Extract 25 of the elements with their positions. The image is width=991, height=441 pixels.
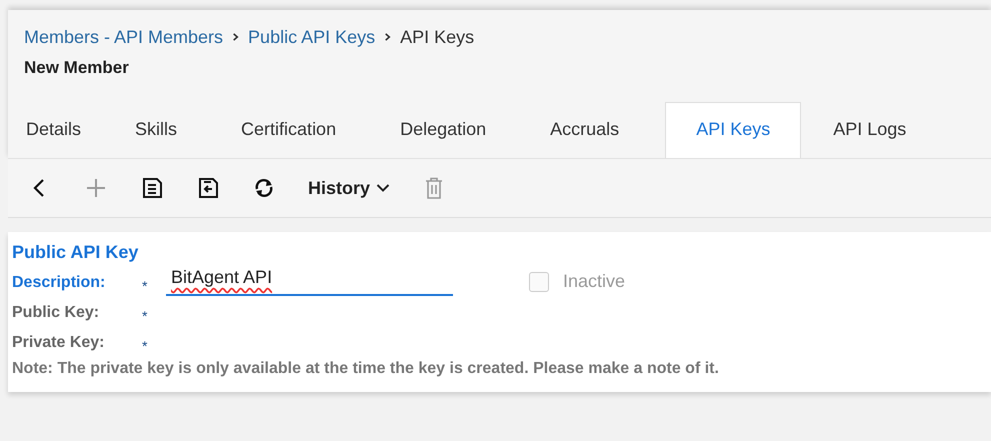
section-title: Public API Key [12, 242, 140, 263]
plus-icon [84, 176, 108, 200]
tab[interactable]: Details [8, 102, 100, 158]
required-mark: * [142, 278, 148, 296]
chevron-down-icon [376, 183, 390, 193]
tab[interactable]: Certification [223, 102, 354, 158]
tab[interactable]: Delegation [382, 102, 504, 158]
breadcrumb-link[interactable]: Members - API Members [24, 26, 224, 48]
required-mark: * [142, 308, 148, 326]
field-label: Public Key: [12, 303, 100, 323]
field-label: Description: [12, 273, 106, 293]
history-dropdown[interactable]: History [298, 174, 400, 202]
required-mark: * [142, 338, 148, 356]
chevron-right-icon [383, 32, 392, 42]
tab[interactable]: API Logs [815, 102, 924, 158]
field-label: Private Key: [12, 333, 106, 353]
tab[interactable]: Accruals [532, 102, 638, 158]
tab[interactable]: API Keys [665, 102, 802, 158]
note-text: Note: The private key is only available at the time the key is created. Please make a note of it. [12, 360, 720, 378]
breadcrumb-link[interactable]: Public API Keys [248, 26, 376, 48]
description-field[interactable]: BitAgent API [166, 267, 453, 296]
tab[interactable]: Skills [117, 102, 196, 158]
breadcrumb-current: API Keys [400, 26, 474, 48]
chevron-right-icon [231, 32, 240, 42]
page-title: New Member [23, 58, 130, 78]
